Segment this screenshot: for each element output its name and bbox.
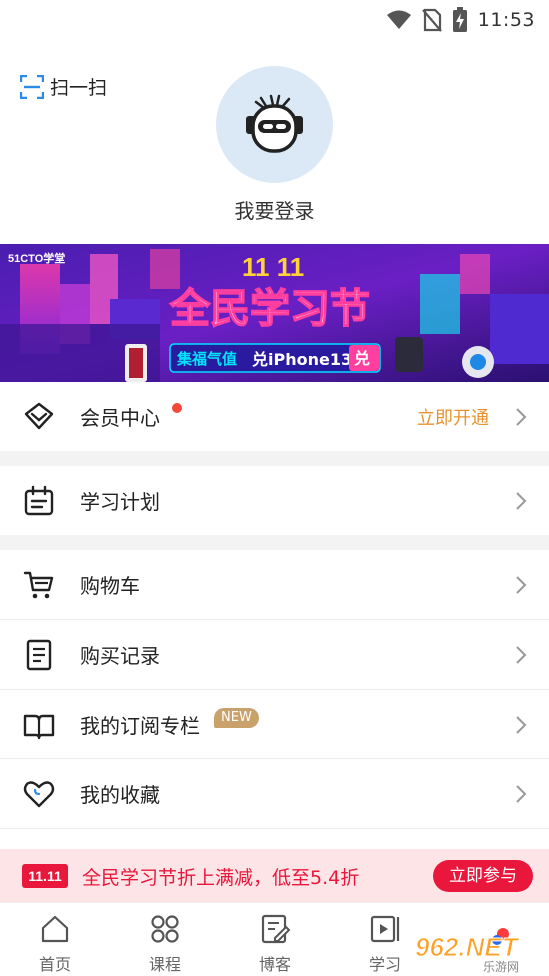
- menu-item-label: 购买记录: [80, 644, 160, 668]
- calendar-plan-icon: [24, 485, 54, 515]
- promo-tag: 11.11: [22, 864, 68, 888]
- menu-item-label: 我的订阅专栏: [80, 714, 200, 738]
- chevron-right-icon: [516, 784, 527, 803]
- status-time: 11:53: [477, 9, 535, 31]
- banner-sub-prefix: 集福气值: [176, 350, 237, 368]
- notification-dot: [172, 403, 182, 413]
- book-icon: [23, 714, 55, 739]
- new-badge: NEW: [214, 708, 259, 728]
- tab-courses[interactable]: 课程: [110, 903, 220, 976]
- login-link[interactable]: 我要登录: [0, 195, 549, 224]
- watermark-sub: 乐游网: [483, 960, 519, 974]
- cart-icon: [23, 571, 54, 598]
- diamond-icon: [24, 402, 54, 429]
- menu-item-purchase-history[interactable]: 购买记录: [0, 620, 549, 689]
- menu-item-study-plan[interactable]: 学习计划: [0, 466, 549, 535]
- chevron-right-icon: [516, 645, 527, 664]
- scan-button[interactable]: 扫一扫: [20, 73, 107, 100]
- section-gap: [0, 535, 549, 550]
- promo-text: 全民学习节折上满减，低至5.4折: [82, 867, 360, 889]
- banner-brand: 51CTO学堂: [8, 251, 65, 265]
- no-sim-icon: [421, 8, 442, 32]
- avatar[interactable]: [216, 66, 333, 183]
- chevron-right-icon: [516, 715, 527, 734]
- open-now-link[interactable]: 立即开通: [417, 404, 489, 430]
- watermark-logo: 962.NET 乐游网: [415, 928, 520, 974]
- document-icon: [26, 639, 52, 670]
- banner-sub-main: 兑iPhone13: [252, 350, 352, 369]
- menu-item-label: 学习计划: [80, 490, 160, 514]
- tab-label: 博客: [258, 955, 291, 974]
- menu-item-label: 购物车: [80, 574, 140, 598]
- chevron-right-icon: [516, 491, 527, 510]
- battery-charging-icon: [452, 7, 467, 32]
- watermark-text: 962.NET: [415, 932, 520, 962]
- menu-item-cart[interactable]: 购物车: [0, 550, 549, 619]
- chevron-right-icon: [516, 575, 527, 594]
- tab-label: 首页: [38, 955, 71, 974]
- banner-headline: 全民学习节: [169, 286, 370, 332]
- join-now-button[interactable]: 立即参与: [433, 860, 533, 892]
- robot-avatar-icon: [246, 94, 303, 153]
- edit-icon: [261, 914, 291, 944]
- section-gap: [0, 451, 549, 466]
- chevron-right-icon: [516, 407, 527, 426]
- promo-banner[interactable]: 51CTO学堂 11 11 全民学习节 集福气值 兑iPhone13 兑: [0, 244, 549, 382]
- menu-item-label: 我的收藏: [80, 783, 160, 807]
- tab-home[interactable]: 首页: [0, 903, 110, 976]
- menu-item-label: 会员中心: [80, 406, 160, 430]
- grid-icon: [151, 915, 179, 943]
- banner-sub-button: 兑: [354, 349, 370, 368]
- tab-blog[interactable]: 博客: [220, 903, 330, 976]
- promo-bar[interactable]: 11.11 全民学习节折上满减，低至5.4折 立即参与: [0, 849, 549, 902]
- play-icon: [370, 915, 400, 943]
- wifi-icon: [386, 10, 411, 29]
- scan-icon: [20, 74, 44, 99]
- divider: [0, 828, 549, 829]
- home-icon: [41, 915, 69, 943]
- tab-label: 课程: [148, 955, 181, 974]
- menu-item-subscriptions[interactable]: 我的订阅专栏 NEW: [0, 690, 549, 759]
- status-bar: 11:53: [0, 0, 549, 38]
- scan-label: 扫一扫: [50, 77, 108, 99]
- heart-icon: [23, 780, 55, 807]
- banner-date: 11 11: [242, 252, 304, 282]
- menu-item-favorites[interactable]: 我的收藏: [0, 759, 549, 828]
- menu-item-vip-center[interactable]: 会员中心 立即开通: [0, 382, 549, 451]
